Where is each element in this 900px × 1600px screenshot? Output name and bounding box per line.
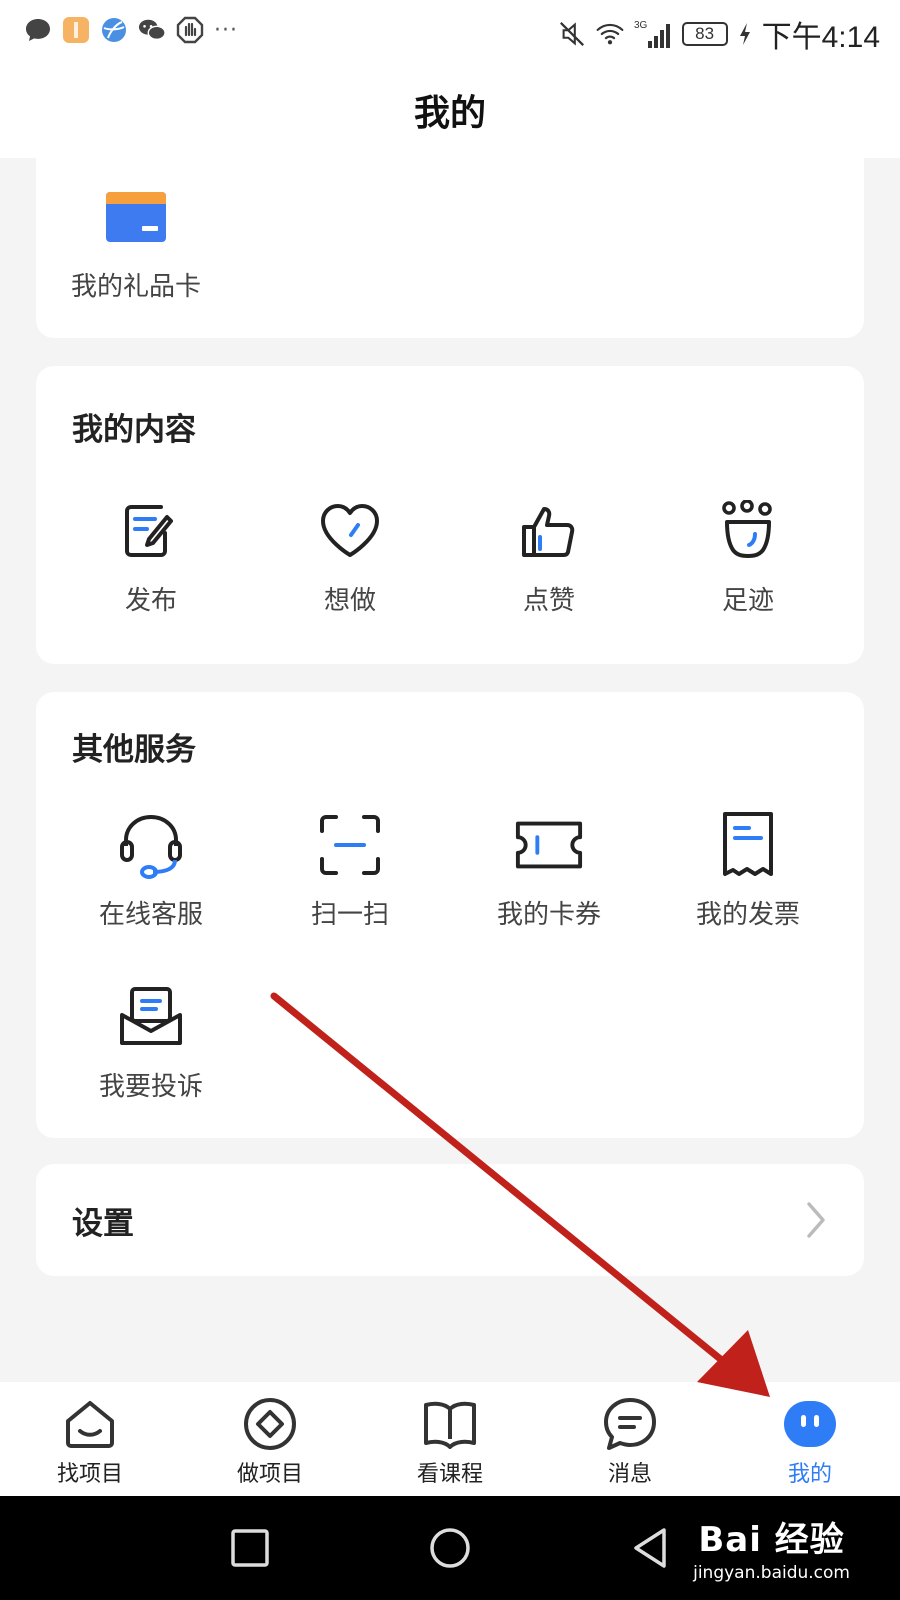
message-icon xyxy=(602,1396,658,1452)
bottom-tab-bar: 找项目 做项目 看课程 消息 我的 xyxy=(0,1382,900,1496)
browser-icon xyxy=(100,16,128,44)
edit-note-icon xyxy=(116,496,186,566)
my-content-title: 我的内容 xyxy=(72,412,196,448)
want-to-do-label: 想做 xyxy=(323,586,376,616)
heart-icon xyxy=(315,496,385,566)
thumbs-up-icon xyxy=(514,496,584,566)
page-header: 我的 xyxy=(0,62,900,158)
online-support-button[interactable]: 在线客服 xyxy=(51,810,251,931)
more-notifications-indicator: ··· xyxy=(214,17,238,43)
wifi-icon xyxy=(596,20,624,48)
mute-icon xyxy=(558,20,586,48)
file-complaint-button[interactable]: 我要投诉 xyxy=(51,982,251,1103)
my-coupons-button[interactable]: 我的卡券 xyxy=(449,810,649,931)
file-complaint-label: 我要投诉 xyxy=(98,1072,203,1102)
watermark-url: jingyan.baidu.com xyxy=(693,1563,850,1583)
my-invoices-label: 我的发票 xyxy=(695,900,800,930)
app-icon xyxy=(62,16,90,44)
chat-bubble-icon xyxy=(24,16,52,44)
publish-label: 发布 xyxy=(124,586,177,616)
want-to-do-button[interactable]: 想做 xyxy=(250,496,450,617)
footprints-label: 足迹 xyxy=(721,586,774,616)
system-status-icons: 3G 83 下午4:14 xyxy=(558,12,880,56)
tab-label: 我的 xyxy=(787,1462,832,1487)
tab-find-projects[interactable]: 找项目 xyxy=(0,1382,180,1496)
mail-tray-icon xyxy=(116,982,186,1052)
my-content-section: 我的内容 发布 想做 点赞 足迹 xyxy=(36,366,864,664)
tab-courses[interactable]: 看课程 xyxy=(360,1382,540,1496)
headset-icon xyxy=(116,810,186,880)
battery-indicator: 83 xyxy=(681,22,728,46)
signal-icon: 3G xyxy=(634,20,672,48)
tab-me[interactable]: 我的 xyxy=(720,1382,900,1496)
scan-label: 扫一扫 xyxy=(310,900,389,930)
chevron-right-icon xyxy=(804,1200,828,1240)
scan-icon xyxy=(315,810,385,880)
diamond-circle-icon xyxy=(242,1396,298,1452)
watermark-logo: Bai 经验 xyxy=(698,1520,845,1560)
tab-do-projects[interactable]: 做项目 xyxy=(180,1382,360,1496)
wechat-icon xyxy=(138,16,166,44)
other-services-section: 其他服务 在线客服 扫一扫 我的卡券 我的发票 我要投诉 xyxy=(36,692,864,1138)
receipt-icon xyxy=(713,810,783,880)
charging-icon xyxy=(738,20,752,48)
publish-button[interactable]: 发布 xyxy=(51,496,251,617)
gift-card-icon xyxy=(101,182,171,252)
other-services-title: 其他服务 xyxy=(72,732,196,768)
baidu-jingyan-watermark: Bai 经验 jingyan.baidu.com xyxy=(693,1512,850,1583)
gift-card-section: 我的礼品卡 xyxy=(36,158,864,338)
tab-label: 看课程 xyxy=(416,1462,483,1487)
clock: 下午4:14 xyxy=(761,21,880,54)
recent-apps-button[interactable] xyxy=(228,1526,272,1570)
tab-label: 消息 xyxy=(607,1462,652,1487)
gift-card-entry[interactable]: 我的礼品卡 xyxy=(36,182,236,303)
home-button[interactable] xyxy=(428,1526,472,1570)
back-button[interactable] xyxy=(628,1526,672,1570)
likes-label: 点赞 xyxy=(522,586,575,616)
status-bar: ··· 3G 83 下午4:14 xyxy=(0,0,900,62)
profile-face-icon xyxy=(782,1396,838,1452)
book-icon xyxy=(422,1396,478,1452)
footprints-button[interactable]: 足迹 xyxy=(648,496,848,617)
settings-label: 设置 xyxy=(72,1205,134,1242)
ticket-icon xyxy=(514,810,584,880)
hand-icon xyxy=(176,16,204,44)
notification-icons: ··· xyxy=(24,16,238,44)
gift-card-label: 我的礼品卡 xyxy=(70,272,201,302)
svg-text:3G: 3G xyxy=(634,20,648,31)
settings-row[interactable]: 设置 xyxy=(36,1164,864,1276)
page-title: 我的 xyxy=(413,93,486,134)
online-support-label: 在线客服 xyxy=(98,900,203,930)
app-screen: ··· 3G 83 下午4:14 我的 我的礼品卡 我的内容 发布 想做 点赞 … xyxy=(0,0,900,1600)
likes-button[interactable]: 点赞 xyxy=(449,496,649,617)
home-smile-icon xyxy=(62,1396,118,1452)
tab-label: 做项目 xyxy=(236,1462,303,1487)
footprint-icon xyxy=(713,496,783,566)
my-invoices-button[interactable]: 我的发票 xyxy=(648,810,848,931)
scan-button[interactable]: 扫一扫 xyxy=(250,810,450,931)
tab-label: 找项目 xyxy=(56,1462,123,1487)
my-coupons-label: 我的卡券 xyxy=(496,900,601,930)
tab-messages[interactable]: 消息 xyxy=(540,1382,720,1496)
